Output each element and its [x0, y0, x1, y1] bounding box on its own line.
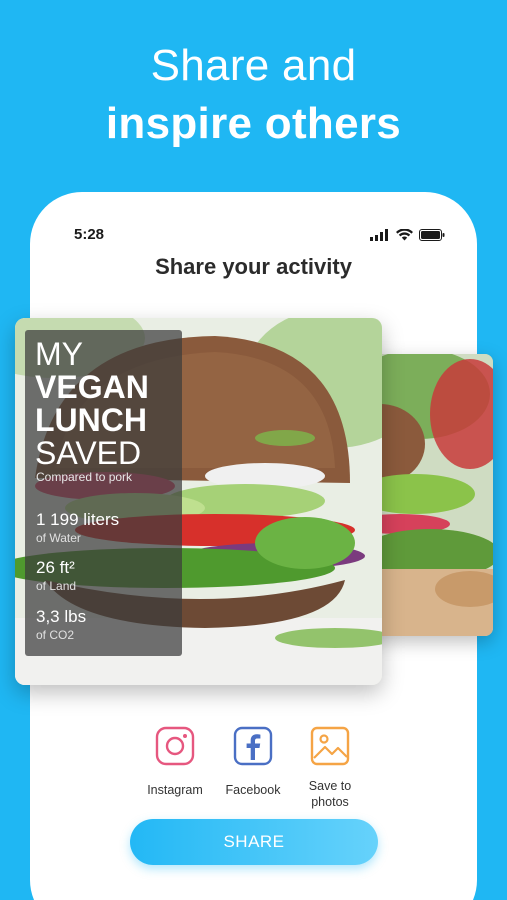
stat-value: 26 ft²	[36, 558, 75, 577]
status-time: 5:28	[74, 226, 105, 243]
stat-unit: of Land	[36, 579, 77, 593]
wifi-icon	[396, 229, 413, 241]
card-title-line-3: LUNCH	[35, 402, 147, 438]
save-to-photos-button[interactable]: Save to photos	[285, 726, 375, 810]
share-button[interactable]: SHARE	[130, 819, 378, 865]
facebook-icon	[233, 726, 273, 766]
instagram-icon	[155, 726, 195, 766]
screen-title: Share your activity	[155, 254, 352, 279]
headline-line-2: inspire others	[105, 99, 402, 148]
main-share-card[interactable]: MY VEGAN LUNCH SAVED Compared to pork 1 …	[15, 318, 382, 685]
card-title-line-1: MY	[35, 336, 83, 372]
status-icons	[370, 229, 445, 241]
stat-unit: of Water	[36, 531, 81, 545]
stat-value: 1 199 liters	[36, 510, 120, 529]
share-option-label: Instagram	[147, 783, 203, 797]
stat-land: 26 ft² of Land	[36, 558, 76, 593]
stats-overlay: MY VEGAN LUNCH SAVED Compared to pork 1 …	[25, 330, 182, 656]
headline-line-1: Share and	[150, 41, 357, 90]
signal-icon	[370, 229, 388, 241]
headline: Share and inspire others	[0, 38, 507, 154]
stat-unit: of CO2	[36, 628, 75, 642]
card-title-line-4: SAVED	[35, 435, 142, 471]
stat-value: 3,3 lbs	[36, 607, 87, 626]
stat-co2: 3,3 lbs of CO2	[36, 607, 86, 642]
photos-icon	[310, 726, 350, 766]
share-instagram-button[interactable]: Instagram	[130, 726, 220, 798]
card-title: MY VEGAN LUNCH SAVED	[35, 338, 149, 470]
card-title-line-2: VEGAN	[35, 369, 149, 405]
share-option-label: Save to photos	[308, 779, 352, 809]
card-subtitle: Compared to pork	[36, 470, 133, 484]
stat-water: 1 199 liters of Water	[36, 510, 119, 545]
battery-icon	[419, 229, 445, 241]
